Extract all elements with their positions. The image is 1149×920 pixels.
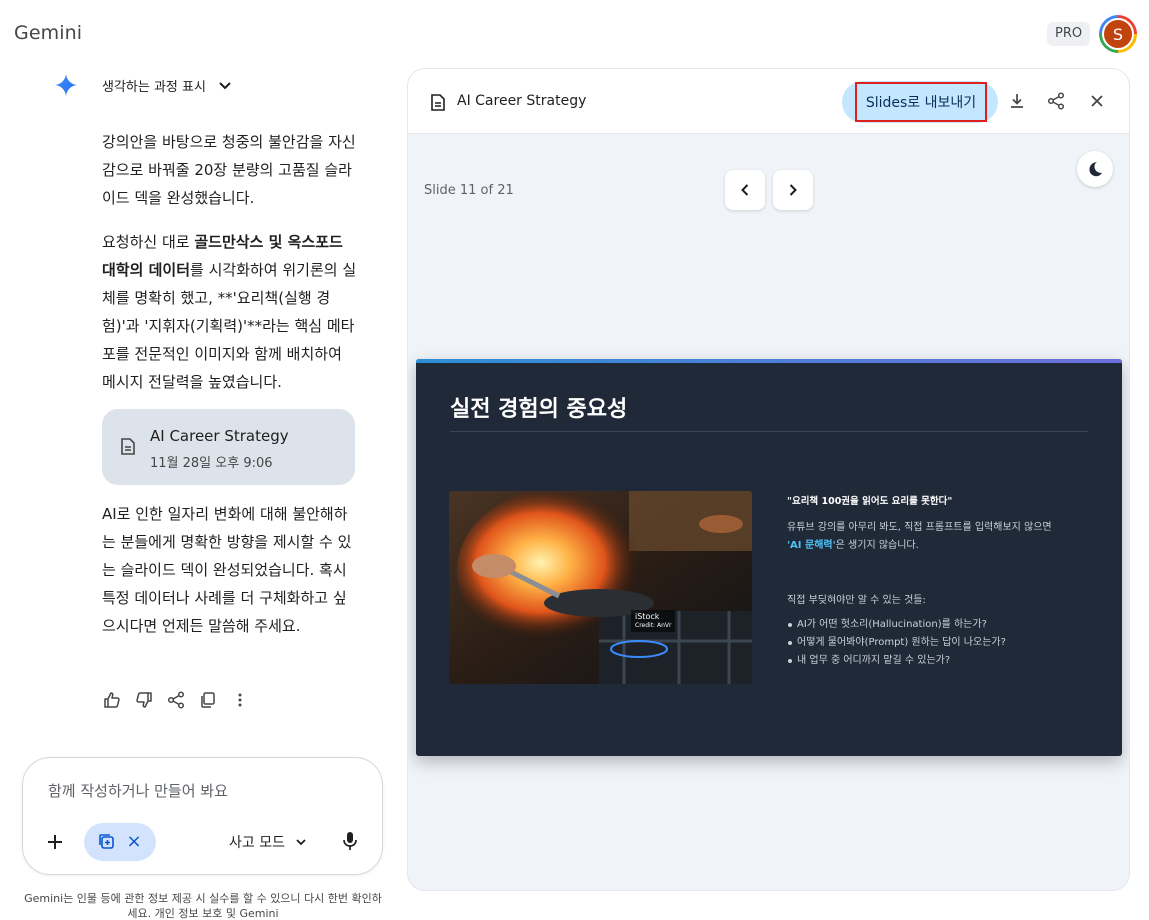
canvas-title: AI Career Strategy [457,93,587,109]
next-slide-button[interactable] [773,170,813,210]
share-icon[interactable] [1047,92,1065,110]
thumbs-down-icon[interactable] [134,690,154,710]
document-card[interactable]: AI Career Strategy 11월 28일 오후 9:06 [102,409,355,485]
chevron-left-icon [741,184,749,196]
slide-bullet: AI가 어떤 헛소리(Hallucination)를 하는가? [787,616,1006,634]
brand-logo[interactable]: Gemini [14,22,82,44]
response-paragraph-3: AI로 인한 일자리 변화에 대해 불안해하는 분들에게 명확한 방향을 제시할… [102,505,352,635]
para2-suffix: 를 시각화하여 위기론의 실체를 명확히 했고, **'요리책(실행 경험)'과… [102,261,357,391]
account-avatar[interactable]: S [1099,15,1137,53]
mode-selector[interactable]: 사고 모드 [229,832,307,852]
gemini-spark-icon [55,74,77,96]
document-card-title: AI Career Strategy [150,427,289,445]
moon-icon [1089,162,1102,177]
slide-bullet: 어떻게 물어봐야(Prompt) 원하는 답이 나오는가? [787,634,1006,652]
chevron-down-icon [219,82,231,90]
close-icon[interactable]: × [126,833,141,851]
download-icon[interactable] [1008,92,1026,110]
slide-body-prefix: 유튜브 강의를 아무리 봐도, 직접 프롬프트를 입력해보지 않으면 [787,522,1052,533]
previous-slide-button[interactable] [725,170,765,210]
disclaimer-text: Gemini는 인물 등에 관한 정보 제공 시 실수를 할 수 있으니 다시 … [24,892,382,920]
para2-prefix: 요청하신 대로 [102,233,195,251]
close-icon[interactable] [1088,92,1106,110]
thumbs-up-icon[interactable] [102,690,122,710]
watermark-brand: iStock [635,612,660,621]
response-paragraph-2: 요청하신 대로 골드만삭스 및 옥스포드 대학의 데이터를 시각화하여 위기론의… [102,228,358,396]
slide-counter: Slide 11 of 21 [424,183,514,198]
slide-accent-bar [416,359,1122,363]
copy-icon[interactable] [198,690,218,710]
canvas-icon [99,834,115,849]
avatar-letter: S [1102,18,1134,50]
dark-mode-toggle[interactable] [1077,151,1113,187]
export-to-slides-button[interactable]: Slides로 내보내기 [842,81,998,123]
response-paragraph-1: 강의안을 바탕으로 청중의 불안감을 자신감으로 바꿔줄 20장 분량의 고품질… [102,133,356,207]
prompt-composer[interactable]: 함께 작성하거나 만들어 봐요 × 사고 모드 [22,757,383,875]
watermark-credit: Credit: AnVr [635,622,672,629]
export-to-slides-label: Slides로 내보내기 [855,82,987,122]
slide-quote: "요리책 100권을 읽어도 요리를 못한다" [787,496,953,507]
more-vert-icon[interactable] [230,690,250,710]
add-attachment-icon[interactable] [45,832,65,852]
document-card-date: 11월 28일 오후 9:06 [150,456,273,471]
share-icon[interactable] [166,690,186,710]
mode-label: 사고 모드 [229,835,285,851]
photo-watermark: iStock Credit: AnVr [631,610,676,632]
canvas-panel: AI Career Strategy Slides로 내보내기 Slide 11… [407,68,1130,891]
plan-badge[interactable]: PRO [1047,22,1091,46]
document-icon [431,94,445,111]
microphone-icon[interactable] [341,831,359,851]
canvas-tool-chip[interactable]: × [84,823,156,861]
show-thinking-label: 생각하는 과정 표시 [102,79,206,95]
prompt-input[interactable]: 함께 작성하거나 만들어 봐요 [48,780,228,801]
slide-bullet: 내 업무 중 어디까지 맡길 수 있는가? [787,652,1006,670]
slide-preview: 실전 경험의 중요성 iStock Credit: AnVr "요리책 100권… [416,359,1122,756]
document-icon [121,438,135,455]
response-actions [102,690,262,710]
slide-body: 유튜브 강의를 아무리 봐도, 직접 프롬프트를 입력해보지 않으면 'AI 문해… [787,519,1087,555]
chevron-down-icon [296,839,306,846]
gemini-app: Gemini PRO S 생각하는 과정 표시 강의안을 바탕으로 청중의 불안… [0,0,1149,920]
slide-divider [450,431,1088,432]
slide-body-suffix: 은 생기지 않습니다. [835,540,919,551]
chevron-right-icon [789,184,797,196]
slide-bullet-list: AI가 어떤 헛소리(Hallucination)를 하는가? 어떻게 물어봐야… [787,616,1006,670]
slide-title: 실전 경험의 중요성 [450,397,628,422]
show-thinking-toggle[interactable]: 생각하는 과정 표시 [54,72,232,98]
canvas-toolbar: AI Career Strategy Slides로 내보내기 [408,69,1129,134]
slide-body-highlight: 'AI 문해력' [787,540,836,551]
slide-photo-chef-flame: iStock Credit: AnVr [449,491,752,684]
slide-subheading: 직접 부딪혀야만 알 수 있는 것들: [787,595,926,606]
